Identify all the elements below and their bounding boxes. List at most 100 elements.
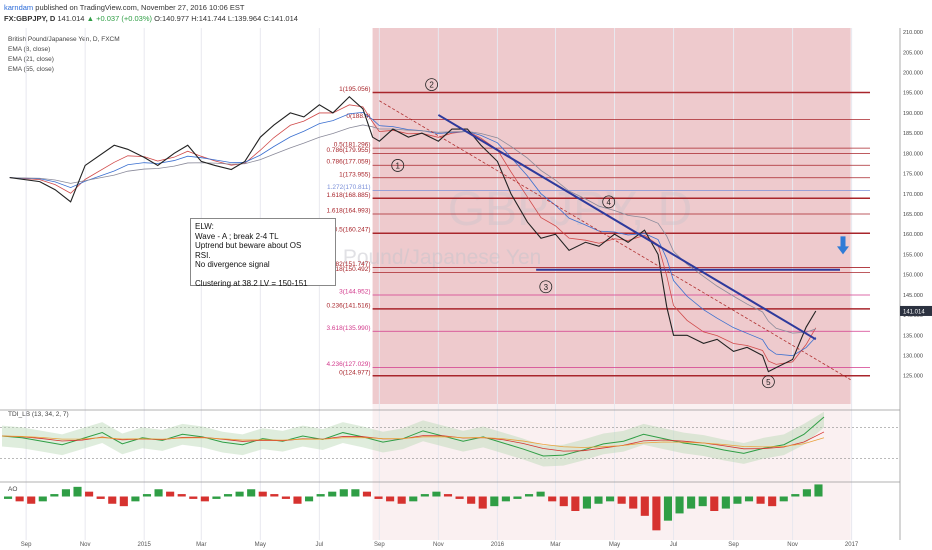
note-line: Uptrend but beware about OS [195,241,302,250]
last-price-label: 141.014 [903,309,925,315]
x-tick-label: 2017 [845,542,859,548]
projection-zone-lower [372,28,851,540]
ao-bar [189,496,198,499]
x-tick-label: Mar [550,542,560,548]
ao-bar [281,496,290,499]
ao-bar [513,496,522,499]
ao-bar [721,496,730,509]
fib-level-label: 0.786(179.955) [326,147,370,154]
ao-bar [351,489,360,497]
fib-level-label: 1.618(168.885) [326,192,370,199]
note-line: Clustering at 38.2 LV = 150-151 [195,279,308,288]
ao-bar [166,491,175,497]
ao-bar [386,496,395,502]
ao-bar [50,494,59,497]
ao-bar [571,496,580,511]
ao-bar [420,494,429,497]
ao-bar [131,496,140,502]
ao-bar [455,496,464,499]
ao-bar [409,496,418,502]
x-tick-label: Nov [80,542,91,548]
note-line: Wave - A ; break 2-4 TL [195,231,279,241]
ao-bar [814,484,823,497]
ao-bar [38,496,47,502]
x-tick-label: May [609,542,620,548]
y-tick-label: 180.000 [903,151,923,157]
note-line: RSI. [195,250,211,260]
y-tick-label: 205.000 [903,50,923,56]
wave-label: 2 [429,81,434,90]
ao-bar [200,496,209,502]
ao-bar [397,496,406,504]
x-tick-label: Sep [374,542,385,548]
watermark-symbol: GBPJPY, D [448,183,693,236]
ao-bar [652,496,661,531]
ao-bar [536,491,545,497]
ao-bar [687,496,696,509]
fib-level-label: 0.236(141.516) [326,302,370,309]
y-tick-label: 145.000 [903,293,923,299]
y-tick-label: 125.000 [903,374,923,380]
note-line [195,270,331,280]
ao-bar [119,496,128,507]
ao-bar [305,496,314,502]
chart-canvas[interactable]: GBPJPY, DBritish Pound/Japanese Yen 1(19… [0,0,932,550]
price-axis-bg [900,28,932,550]
ao-bar [675,496,684,514]
y-tick-label: 165.000 [903,212,923,218]
ao-bar [791,494,800,497]
note-line: No divergence signal [195,260,270,269]
ao-bar [362,491,372,497]
fib-level-label: 0.5(160.247) [334,227,371,234]
ao-bar [768,496,777,507]
ao-bar [73,486,82,497]
ao-bar [339,489,348,497]
ao-bar [478,496,487,509]
ao-bar [177,494,186,497]
ao-bar [756,496,765,504]
x-tick-label: Jul [316,542,324,548]
fib-level-label: 0(124.977) [339,369,370,376]
ao-bar [582,496,591,509]
y-tick-label: 170.000 [903,192,923,198]
y-tick-label: 135.000 [903,333,923,339]
fib-level-label: 1.618(164.993) [326,208,370,215]
y-tick-label: 195.000 [903,91,923,97]
ao-bar [501,496,510,502]
ao-bar [733,496,742,504]
y-tick-label: 190.000 [903,111,923,117]
ao-bar [710,496,719,511]
x-tick-label: Nov [787,542,798,548]
ao-bar [4,496,13,499]
ao-bar [154,489,163,497]
ao-bar [443,494,453,497]
ao-bar [467,496,476,504]
x-tick-label: Jul [670,542,678,548]
fib-level-label: 4.236(127.029) [326,361,370,368]
ao-bar [617,496,626,504]
note-line: ELW: [195,222,214,231]
fib-level-label: 1.272(170.811) [327,184,371,191]
y-tick-label: 175.000 [903,172,923,178]
ao-bar [548,496,557,502]
x-tick-label: Nov [433,542,444,548]
fib-level-label: 3(144.952) [339,289,370,296]
y-tick-label: 130.000 [903,353,923,359]
y-tick-label: 155.000 [903,252,923,258]
analysis-note[interactable]: ELW: Wave - A ; break 2-4 TL Uptrend but… [190,218,336,288]
ao-bar [223,494,233,497]
wave-label: 4 [606,198,611,207]
ao-bar [316,494,325,497]
ao-bar [61,489,70,497]
fib-level-label: 0.786(177.059) [326,159,370,166]
y-tick-label: 160.000 [903,232,923,238]
ao-bar [108,496,117,504]
ao-bar [663,496,673,521]
ao-bar [212,496,221,499]
ao-bar [328,491,337,497]
x-tick-label: 2015 [138,542,152,548]
x-tick-label: Sep [728,542,739,548]
fib-level-label: 1(173.955) [339,171,370,178]
ao-bar [432,491,441,497]
fib-level-label: 3.618(135.990) [326,325,370,332]
